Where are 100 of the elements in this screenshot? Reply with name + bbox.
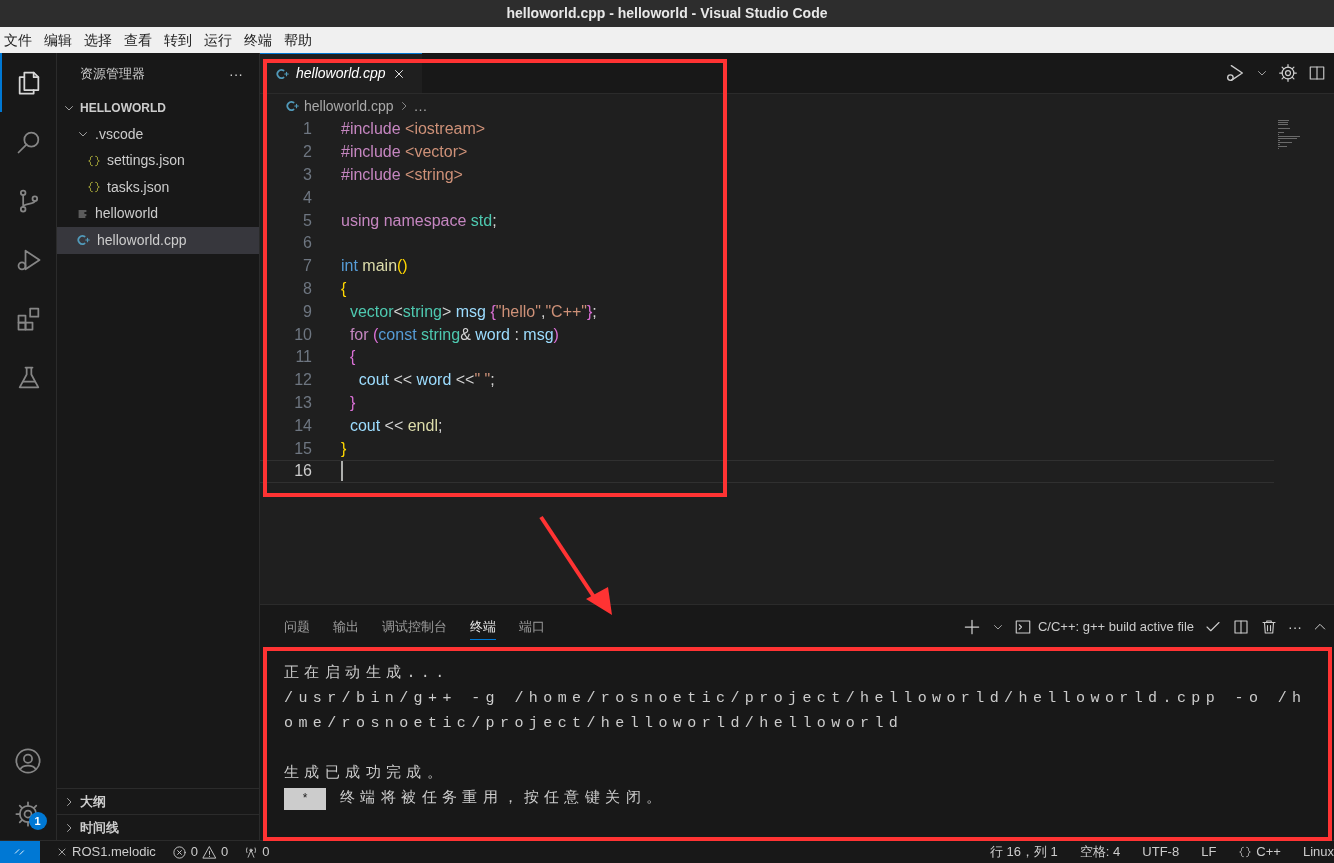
code-line: } xyxy=(348,392,356,413)
menu-item[interactable]: 选择 xyxy=(84,29,112,51)
braces-icon xyxy=(1238,845,1253,859)
lines-file-icon xyxy=(77,207,89,220)
line-number: 12 xyxy=(293,370,312,391)
account-icon xyxy=(14,746,42,775)
warning-icon xyxy=(202,844,218,860)
line-number: 6 xyxy=(302,233,312,254)
line-number: 15 xyxy=(293,438,312,459)
error-icon xyxy=(171,844,187,860)
menu-item[interactable]: 文件 xyxy=(4,29,32,51)
file-row[interactable]: settings.json xyxy=(57,147,259,174)
panel-tab[interactable]: 调试控制台 xyxy=(382,614,447,640)
line-number: 5 xyxy=(302,210,312,231)
file-row[interactable]: tasks.json xyxy=(57,174,259,201)
terminal-line: 生成已成功完成。 xyxy=(284,763,448,784)
line-number: 7 xyxy=(302,256,312,277)
folder-name: .vscode xyxy=(95,124,144,144)
line-number: 3 xyxy=(302,165,312,185)
code-line: cout << endl; xyxy=(348,415,443,436)
section-title: 大纲 xyxy=(80,792,106,811)
line-number: 2 xyxy=(302,142,312,163)
status-item[interactable]: LF xyxy=(1201,842,1217,862)
menu-item[interactable]: 转到 xyxy=(164,29,192,51)
status-item[interactable]: Linux xyxy=(1302,842,1334,862)
manage-button[interactable]: 1 xyxy=(0,788,57,840)
file-name: helloworld.cpp xyxy=(97,230,187,250)
code-line: using namespace std; xyxy=(341,210,497,231)
terminal-cursor-badge: * xyxy=(284,787,326,810)
status-item[interactable]: 行 16，列 1 xyxy=(989,842,1058,862)
section-header[interactable]: 大纲 xyxy=(57,788,259,814)
trash-icon[interactable] xyxy=(1260,618,1278,636)
line-number: 9 xyxy=(302,301,312,322)
file-name: settings.json xyxy=(107,151,185,171)
close-icon xyxy=(56,846,68,858)
terminal-name[interactable]: C/C++: g++ build active file xyxy=(1037,617,1194,637)
braces-file-icon xyxy=(87,180,101,195)
antenna-icon xyxy=(244,845,259,859)
terminal-line: 终端将被任务重用，按任意键关闭。 xyxy=(340,788,667,809)
more-actions-button[interactable]: ··· xyxy=(229,63,243,85)
code-line: #include <vector> xyxy=(341,142,468,163)
more-actions-button[interactable]: ··· xyxy=(1288,616,1302,638)
status-item[interactable]: 空格: 4 xyxy=(1079,842,1121,862)
tab-label: helloworld.cpp xyxy=(296,64,386,83)
run-debug-icon[interactable] xyxy=(1224,62,1246,84)
menu-item[interactable]: 编辑 xyxy=(44,29,72,51)
panel-tab[interactable]: 端口 xyxy=(519,614,545,640)
text-cursor xyxy=(341,461,343,482)
code-line: vector<string> msg {"hello","C++"}; xyxy=(348,301,597,322)
line-number: 13 xyxy=(293,392,312,413)
cpp-file-icon xyxy=(276,66,290,81)
code-line: cout << word <<" "; xyxy=(357,370,495,391)
menu-item[interactable]: 帮助 xyxy=(284,29,312,51)
line-number: 8 xyxy=(302,279,312,299)
code-line: for (const string& word : msg) xyxy=(348,324,559,345)
status-item[interactable]: ROS1.melodic xyxy=(56,842,156,862)
file-row[interactable]: helloworld xyxy=(57,200,259,227)
code-line: { xyxy=(348,347,356,368)
folder-name: HELLOWORLD xyxy=(80,100,166,117)
panel-tab[interactable]: 问题 xyxy=(284,614,310,640)
breadcrumb-item[interactable]: … xyxy=(413,95,428,117)
status-item[interactable]: 0 xyxy=(244,842,270,862)
code-line: { xyxy=(341,279,347,299)
section-title: 时间线 xyxy=(80,818,119,837)
line-number: 1 xyxy=(302,119,312,140)
split-terminal-icon[interactable] xyxy=(1232,618,1250,636)
code-line: } xyxy=(341,438,347,459)
line-number: 10 xyxy=(293,324,312,345)
window-title: helloworld.cpp - helloworld - Visual Studio Code xyxy=(0,0,1334,27)
line-number: 14 xyxy=(293,415,312,436)
cpp-file-icon xyxy=(286,99,300,113)
status-item[interactable]: 0 0 xyxy=(171,842,229,862)
line-number: 11 xyxy=(294,347,312,368)
file-row[interactable]: helloworld.cpp xyxy=(57,227,259,254)
terminal-icon xyxy=(1013,618,1032,636)
breadcrumb-item[interactable]: helloworld.cpp xyxy=(304,95,394,117)
settings-icon[interactable] xyxy=(1278,63,1298,83)
line-number: 4 xyxy=(302,187,312,208)
cpp-file-icon xyxy=(77,233,91,248)
file-name: helloworld xyxy=(95,204,159,224)
code-line: #include <string> xyxy=(341,165,463,185)
menu-item[interactable]: 终端 xyxy=(244,29,272,51)
terminal-line: 正在启动生成... xyxy=(284,663,450,684)
file-name: tasks.json xyxy=(107,177,170,197)
panel-tab[interactable]: 终端 xyxy=(470,614,496,640)
split-editor-icon[interactable] xyxy=(1308,64,1326,82)
code-line: #include <iostream> xyxy=(341,119,486,140)
line-number: 16 xyxy=(293,461,312,482)
menu-item[interactable]: 运行 xyxy=(204,29,232,51)
terminal-line: /usr/bin/g++ -g /home/rosnoetic/project/helloworld/helloworld.cpp -o /home/rosnoetic/project/helloworld/helloworld xyxy=(284,689,1308,734)
code-line: int main() xyxy=(341,256,408,277)
notification-badge: 1 xyxy=(28,812,47,830)
folder-row[interactable]: .vscode xyxy=(57,121,259,148)
panel-tab[interactable]: 输出 xyxy=(333,614,359,640)
sidebar-title: 资源管理器 xyxy=(80,65,145,84)
status-item[interactable]: C++ xyxy=(1256,842,1281,862)
folder-row[interactable]: HELLOWORLD xyxy=(57,95,259,121)
menu-item[interactable]: 查看 xyxy=(124,29,152,51)
braces-file-icon xyxy=(87,153,101,168)
status-item[interactable]: UTF-8 xyxy=(1142,842,1180,862)
